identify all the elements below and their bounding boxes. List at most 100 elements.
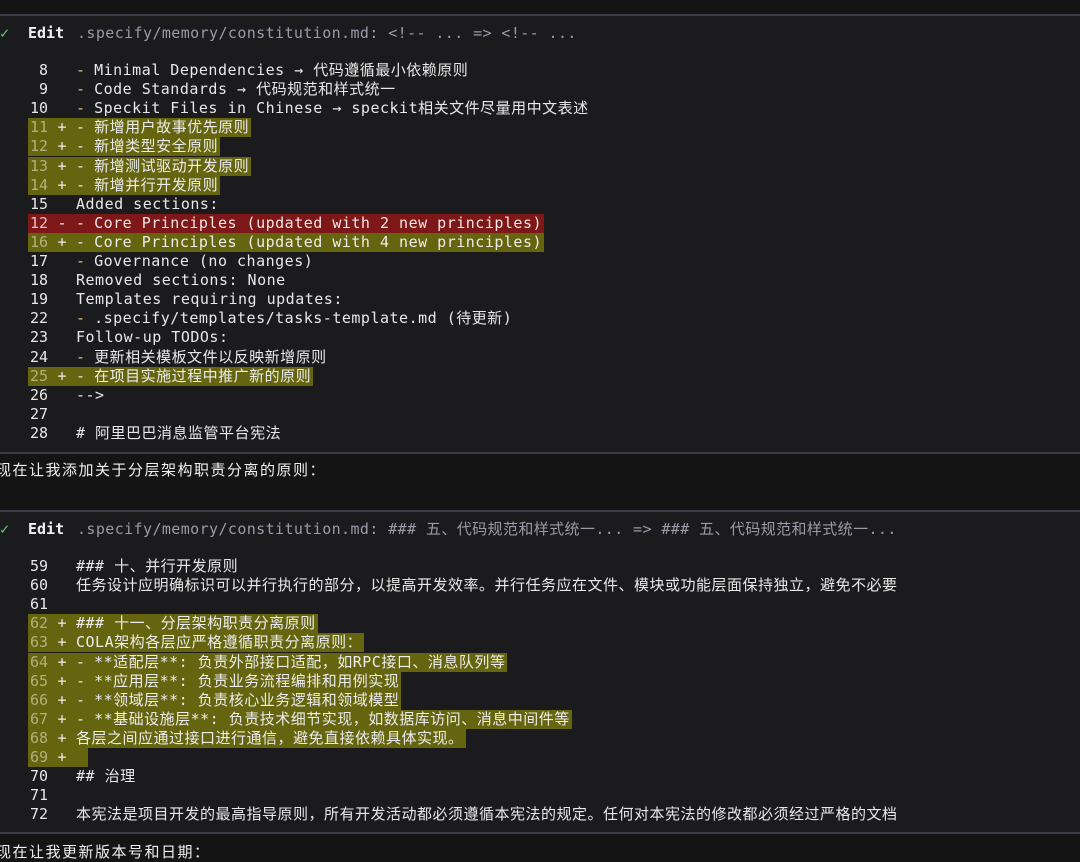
- line-number: 12: [29, 213, 48, 232]
- diff-marker: +: [57, 156, 67, 175]
- bullet-dash: -: [76, 61, 86, 79]
- line-number: 65: [29, 671, 48, 690]
- bullet-dash: -: [76, 309, 86, 328]
- line-text: Minimal Dependencies → 代码遵循最小依赖原则: [94, 61, 469, 79]
- diff-line: 67 + - **基础设施层**: 负责技术细节实现，如数据库访问、消息中间件等: [0, 709, 1080, 729]
- edit-label: Edit: [28, 24, 65, 42]
- added-line-highlight: 16 + - Core Principles (updated with 4 new…: [28, 232, 545, 252]
- context-line: 22 - .specify/templates/tasks-template.md…: [28, 309, 514, 328]
- line-number: 22: [29, 309, 48, 328]
- edit-panel-2: ✓ Edit .specify/memory/constitution.md: …: [0, 512, 1080, 832]
- bullet-dash: -: [76, 652, 86, 671]
- line-number: 70: [29, 767, 48, 786]
- line-text: ## 治理: [76, 767, 136, 786]
- diff-marker: +: [57, 690, 67, 709]
- line-text: Core Principles (updated with 4 new prin…: [94, 232, 543, 251]
- added-line-highlight: 68 + 各层之间应通过接口进行通信，避免直接依赖具体实现。: [28, 728, 466, 748]
- bullet-dash: -: [76, 709, 86, 728]
- line-text: ### 十、并行开发原则: [76, 557, 239, 575]
- line-number: 72: [29, 805, 48, 824]
- added-line-highlight: 64 + - **适配层**: 负责外部接口适配，如RPC接口、消息队列等: [28, 652, 508, 672]
- context-line: 18 Removed sections: None: [28, 271, 288, 290]
- diff-line: 69 +: [0, 748, 1080, 767]
- line-text: **适配层**: 负责外部接口适配，如RPC接口、消息队列等: [94, 652, 506, 671]
- line-text: 新增类型安全原则: [94, 137, 219, 156]
- line-text: -->: [76, 385, 105, 404]
- line-number: 24: [29, 347, 48, 366]
- added-line-highlight: 69 +: [28, 748, 88, 767]
- line-text: **应用层**: 负责业务流程编排和用例实现: [94, 671, 400, 690]
- panel-divider-3: [0, 832, 1080, 834]
- panel-divider-1: [0, 452, 1080, 454]
- line-text: 新增测试驱动开发原则: [94, 156, 250, 175]
- assistant-message-1: 现在让我添加关于分层架构职责分离的原则：: [0, 461, 327, 479]
- line-number: 59: [29, 557, 48, 575]
- edit-header-2: ✓ Edit .specify/memory/constitution.md: …: [0, 520, 1080, 539]
- line-number: 66: [29, 690, 48, 709]
- diff-line: 18 Removed sections: None: [0, 271, 1080, 290]
- line-text: Added sections:: [76, 194, 219, 213]
- bullet-dash: -: [76, 690, 86, 709]
- line-number: 8: [38, 61, 48, 79]
- edit-label: Edit: [28, 520, 65, 538]
- diff-marker: +: [57, 728, 67, 747]
- bullet-dash: -: [76, 80, 86, 99]
- line-number: 23: [29, 328, 48, 347]
- added-line-highlight: 65 + - **应用层**: 负责业务流程编排和用例实现: [28, 671, 402, 691]
- context-line: 24 - 更新相关模板文件以反映新增原则: [28, 348, 329, 367]
- diff-marker: +: [57, 614, 67, 633]
- diff-line: 9 - Code Standards → 代码规范和样式统一: [0, 80, 1080, 99]
- diff-line: 13 + - 新增测试驱动开发原则: [0, 156, 1080, 176]
- bullet-dash: -: [76, 99, 86, 118]
- bullet-dash: -: [76, 671, 86, 690]
- diff-line: 72 本宪法是项目开发的最高指导原则，所有开发活动都必须遵循本宪法的规定。任何对本…: [0, 805, 1080, 824]
- context-line: 26 -->: [28, 386, 107, 405]
- context-line: 72 本宪法是项目开发的最高指导原则，所有开发活动都必须遵循本宪法的规定。任何对本…: [28, 805, 900, 824]
- line-number: 11: [29, 118, 48, 137]
- context-line: 60 任务设计应明确标识可以并行执行的部分，以提高开发效率。并行任务应在文件、模块…: [28, 576, 900, 595]
- line-text: **基础设施层**: 负责技术细节实现，如数据库访问、消息中间件等: [94, 709, 570, 728]
- check-icon: ✓: [0, 24, 10, 42]
- diff-line: 60 任务设计应明确标识可以并行执行的部分，以提高开发效率。并行任务应在文件、模块…: [0, 576, 1080, 595]
- diff-line: 22 - .specify/templates/tasks-template.md…: [0, 309, 1080, 328]
- diff-line: 59 ### 十、并行开发原则: [0, 557, 1080, 576]
- line-number: 14: [29, 175, 48, 194]
- diff-line: 63 + COLA架构各层应严格遵循职责分离原则：: [0, 633, 1080, 653]
- context-line: 70 ## 治理: [28, 767, 138, 786]
- diff-marker: +: [57, 137, 67, 156]
- context-line: 19 Templates requiring updates:: [28, 290, 345, 309]
- diff-line: 70 ## 治理: [0, 767, 1080, 786]
- context-line: 8 - Minimal Dependencies → 代码遵循最小依赖原则: [28, 61, 470, 80]
- diff-line: 14 + - 新增并行开发原则: [0, 175, 1080, 195]
- diff-line: 17 - Governance (no changes): [0, 252, 1080, 271]
- diff-line: 27: [0, 405, 1080, 424]
- diff-line: 19 Templates requiring updates:: [0, 290, 1080, 309]
- added-line-highlight: 13 + - 新增测试驱动开发原则: [28, 156, 252, 176]
- line-text: # 阿里巴巴消息监管平台宪法: [76, 423, 282, 442]
- bullet-dash: -: [76, 232, 86, 251]
- diff-line: 65 + - **应用层**: 负责业务流程编排和用例实现: [0, 671, 1080, 691]
- diff-line: 28 # 阿里巴巴消息监管平台宪法: [0, 424, 1080, 443]
- context-line: 71: [28, 786, 78, 805]
- diff-line: 64 + - **适配层**: 负责外部接口适配，如RPC接口、消息队列等: [0, 652, 1080, 672]
- line-number: 18: [29, 271, 48, 290]
- diff-marker: +: [57, 232, 67, 251]
- diff-line: 26 -->: [0, 386, 1080, 405]
- diff-line: 16 + - Core Principles (updated with 4 new…: [0, 232, 1080, 252]
- context-line: 28 # 阿里巴巴消息监管平台宪法: [28, 424, 283, 443]
- assistant-message-2: 现在让我更新版本号和日期：: [0, 843, 211, 861]
- bullet-dash: -: [76, 175, 86, 194]
- line-number: 19: [29, 290, 48, 309]
- line-number: 16: [29, 232, 48, 251]
- bullet-dash: -: [76, 213, 86, 232]
- edit-header-1: ✓ Edit .specify/memory/constitution.md: …: [0, 24, 1080, 43]
- diff-line: 8 - Minimal Dependencies → 代码遵循最小依赖原则: [0, 61, 1080, 80]
- bullet-dash: -: [76, 118, 86, 137]
- diff-marker: -: [57, 213, 67, 232]
- line-text: Code Standards → 代码规范和样式统一: [94, 80, 396, 99]
- added-line-highlight: 67 + - **基础设施层**: 负责技术细节实现，如数据库访问、消息中间件等: [28, 709, 572, 729]
- line-text: **领域层**: 负责核心业务逻辑和领域模型: [94, 690, 400, 709]
- line-number: 26: [29, 385, 48, 404]
- added-line-highlight: 63 + COLA架构各层应严格遵循职责分离原则：: [28, 633, 365, 653]
- line-text: 各层之间应通过接口进行通信，避免直接依赖具体实现。: [76, 728, 464, 747]
